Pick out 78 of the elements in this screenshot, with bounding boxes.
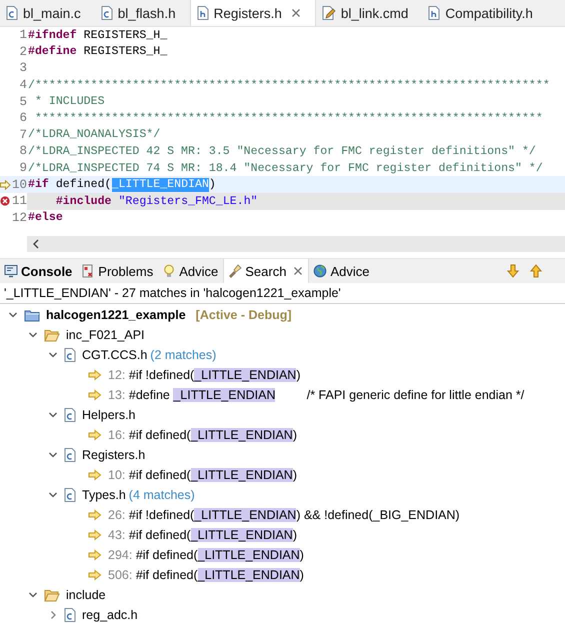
editor-tab[interactable]: bl_link.cmd bbox=[316, 0, 422, 26]
line-number: 9 bbox=[19, 161, 27, 176]
project-folder-icon bbox=[24, 308, 40, 322]
file-icon bbox=[64, 408, 76, 422]
file-name[interactable]: Helpers.h bbox=[82, 408, 136, 422]
match-line[interactable]: 13: #define _LITTLE_ENDIAN /* FAPI generic define for little endian */ bbox=[108, 388, 524, 402]
code-line: #define REGISTERS_H_ bbox=[27, 45, 168, 58]
file-icon bbox=[6, 6, 18, 20]
file-icon bbox=[64, 348, 76, 362]
project-name[interactable]: halcogen1221_example bbox=[46, 308, 186, 322]
arrow-right-icon bbox=[88, 469, 102, 482]
chevron-right-icon[interactable] bbox=[48, 610, 58, 620]
close-icon[interactable] bbox=[290, 8, 301, 18]
file-icon bbox=[196, 6, 209, 20]
flashlight-icon bbox=[228, 264, 242, 278]
folder-name[interactable]: include bbox=[66, 588, 106, 602]
previous-match-icon[interactable] bbox=[529, 264, 543, 278]
view-tab[interactable]: Advice bbox=[309, 259, 374, 284]
file-name[interactable]: Registers.h bbox=[82, 448, 146, 462]
scroll-left-icon[interactable] bbox=[32, 239, 40, 250]
line-number: 6 bbox=[19, 111, 27, 126]
horizontal-scrollbar[interactable] bbox=[27, 236, 565, 252]
line-number: 10 bbox=[12, 178, 27, 192]
editor-tab[interactable]: bl_main.c bbox=[0, 0, 95, 26]
lightbulb-icon bbox=[162, 264, 176, 278]
view-tab[interactable]: Console bbox=[0, 259, 78, 284]
arrow-right-icon bbox=[88, 389, 102, 402]
editor-tab[interactable]: Compatibility.h bbox=[422, 0, 547, 26]
file-icon bbox=[64, 448, 76, 462]
editor-tab[interactable]: Registers.h bbox=[190, 0, 316, 26]
arrow-right-icon bbox=[88, 549, 102, 562]
file-name[interactable]: Types.h bbox=[82, 488, 126, 502]
code-line: #include "Registers_FMC_LE.h" bbox=[54, 194, 258, 208]
folder-icon bbox=[44, 328, 60, 342]
next-match-icon[interactable] bbox=[506, 264, 520, 278]
file-icon bbox=[100, 6, 113, 20]
code-line: #ifndef REGISTERS_H_ bbox=[27, 28, 168, 42]
match-line[interactable]: 26: #if !defined(_LITTLE_ENDIAN) && !defined(_BIG_ENDIAN) bbox=[108, 508, 460, 522]
search-summary: '_LITTLE_ENDIAN' - 27 matches in 'halcogen1221_example' bbox=[0, 283, 565, 304]
arrow-right-icon bbox=[88, 569, 102, 582]
code-line: /*LDRA_INSPECTED 74 S MR: 18.4 "Necessary for FMC register definitions" */ bbox=[27, 162, 543, 175]
file-icon bbox=[64, 488, 76, 502]
globe-icon bbox=[313, 264, 328, 278]
editor-tab[interactable]: bl_flash.h bbox=[94, 0, 190, 26]
problems-icon bbox=[81, 264, 96, 278]
view-tab[interactable]: Problems bbox=[77, 259, 158, 284]
file-icon bbox=[428, 6, 440, 20]
line-number: 7 bbox=[19, 128, 27, 142]
build-config-label: [Active - Debug] bbox=[196, 308, 292, 322]
line-number: 12 bbox=[12, 210, 27, 225]
file-name[interactable]: reg_adc.h bbox=[82, 608, 138, 622]
line-number: 1 bbox=[19, 28, 27, 42]
match-count: (4 matches) bbox=[128, 488, 195, 502]
view-tab[interactable]: Search bbox=[223, 259, 310, 284]
code-line: * INCLUDES bbox=[34, 95, 105, 108]
code-line: /*LDRA_NOANALYSIS*/ bbox=[27, 128, 160, 142]
file-pencil-icon bbox=[322, 6, 336, 20]
arrow-right-icon bbox=[88, 369, 102, 382]
line-number: 5 bbox=[19, 94, 27, 109]
line-number: 11 bbox=[12, 194, 27, 208]
line-number: 8 bbox=[19, 144, 27, 158]
arrow-right-icon bbox=[88, 509, 102, 522]
view-tab[interactable]: Advice bbox=[158, 259, 224, 284]
file-name[interactable]: CGT.CCS.h bbox=[82, 348, 148, 362]
match-count: (2 matches) bbox=[150, 348, 216, 362]
arrow-right-icon bbox=[88, 529, 102, 542]
arrow-right-icon bbox=[88, 429, 102, 442]
code-line: /************************************************************************** bbox=[27, 78, 550, 92]
code-line: ************************************************************************* bbox=[34, 112, 543, 125]
line-number: 3 bbox=[19, 61, 27, 76]
folder-icon bbox=[44, 588, 60, 602]
close-icon[interactable] bbox=[293, 266, 304, 276]
code-line: #else bbox=[27, 211, 63, 224]
monitor-icon bbox=[4, 264, 18, 278]
line-number: 2 bbox=[19, 44, 27, 59]
line-number: 4 bbox=[19, 78, 27, 92]
folder-name[interactable]: inc_F021_API bbox=[66, 328, 145, 342]
code-line: /*LDRA_INSPECTED 42 S MR: 3.5 "Necessary for FMC register definitions" */ bbox=[27, 144, 536, 158]
